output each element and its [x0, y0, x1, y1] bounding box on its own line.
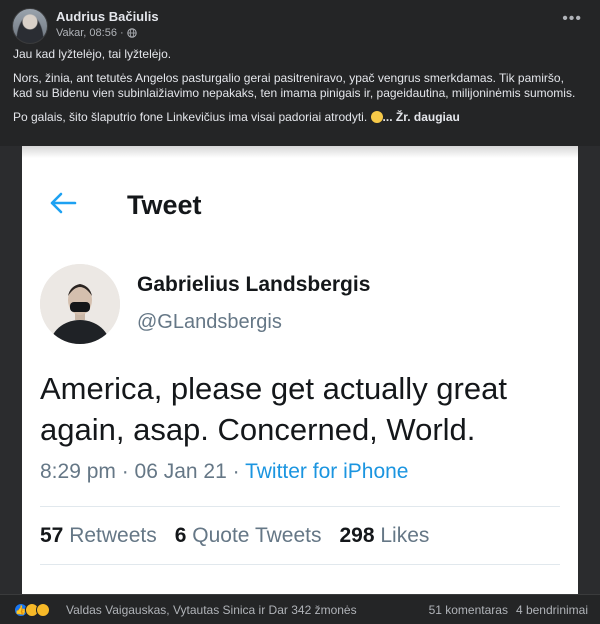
post-paragraph-2: Nors, žinia, ant tetutės Angelos pasturg… — [13, 70, 576, 101]
facebook-post: Audrius Bačiulis Vakar, 08:56 · ••• Jau … — [0, 0, 600, 624]
post-paragraph-3-text: Po galais, šito šlaputrio fone Linkeviči… — [13, 109, 368, 124]
tweet-author-avatar — [40, 264, 120, 344]
post-footer: 👍 Valdas Vaigauskas, Vytautas Sinica ir … — [0, 594, 600, 624]
post-paragraph-3: Po galais, šito šlaputrio fone Linkeviči… — [13, 110, 583, 126]
author-avatar[interactable] — [12, 8, 48, 44]
tweet-quotes: 6 Quote Tweets — [175, 524, 322, 548]
engagement-counts: 51 komentaras 4 bendrinimai — [429, 603, 588, 617]
see-more-link[interactable]: ... Žr. daugiau — [383, 110, 460, 124]
tweet-stats: 57 Retweets 6 Quote Tweets 298 Likes — [40, 524, 429, 548]
post-image[interactable]: Tweet Gabrielius Landsbergis @GLandsberg… — [0, 146, 600, 594]
tweet-meta: 8:29 pm · 06 Jan 21 · Twitter for iPhone — [40, 460, 408, 484]
tweet-author-handle: @GLandsbergis — [137, 311, 282, 333]
tweet-author-name: Gabrielius Landsbergis — [137, 273, 371, 296]
post-time[interactable]: Vakar, 08:56 — [56, 27, 117, 39]
comments-count[interactable]: 51 komentaras — [429, 603, 508, 617]
likes-count: 298 — [339, 524, 375, 547]
quote-count: 6 — [174, 524, 187, 547]
retweets-label: Retweets — [69, 524, 157, 547]
tweet-divider-top — [40, 506, 560, 507]
tweet-page-title: Tweet — [127, 190, 202, 220]
tweet-likes: 298 Likes — [339, 524, 429, 548]
post-header: Audrius Bačiulis Vakar, 08:56 · ••• — [12, 8, 588, 44]
retweets-count: 57 — [40, 524, 64, 547]
shares-count[interactable]: 4 bendrinimai — [516, 603, 588, 617]
tweet-divider-bottom — [40, 564, 560, 565]
more-horizontal-icon[interactable]: ••• — [562, 10, 582, 28]
likes-label: Likes — [380, 524, 430, 547]
tweet-body: America, please get actually great again… — [40, 371, 507, 447]
reactors-summary[interactable]: Valdas Vaigauskas, Vytautas Sinica ir Da… — [66, 603, 357, 617]
post-meta: Vakar, 08:56 · — [56, 27, 137, 39]
tweet-screenshot: Tweet Gabrielius Landsbergis @GLandsberg… — [22, 146, 578, 594]
confused-emoji-icon — [370, 110, 383, 123]
quote-label: Quote Tweets — [192, 524, 322, 547]
tweet-time: 8:29 pm · 06 Jan 21 · — [40, 460, 246, 483]
post-text: Jau kad lyžtelėjo, tai lyžtelėjo. Nors, … — [13, 47, 583, 133]
tweet-source: Twitter for iPhone — [245, 460, 409, 483]
status-bar-fragment — [22, 146, 578, 158]
meta-separator: · — [119, 27, 124, 39]
back-arrow-icon — [50, 192, 77, 214]
tweet-retweets: 57 Retweets — [40, 524, 157, 548]
post-paragraph-1: Jau kad lyžtelėjo, tai lyžtelėjo. — [13, 47, 172, 61]
reaction-icons[interactable]: 👍 — [14, 603, 50, 617]
haha-reaction-icon — [36, 603, 50, 617]
globe-icon[interactable] — [126, 28, 137, 38]
author-name[interactable]: Audrius Bačiulis — [56, 9, 159, 24]
